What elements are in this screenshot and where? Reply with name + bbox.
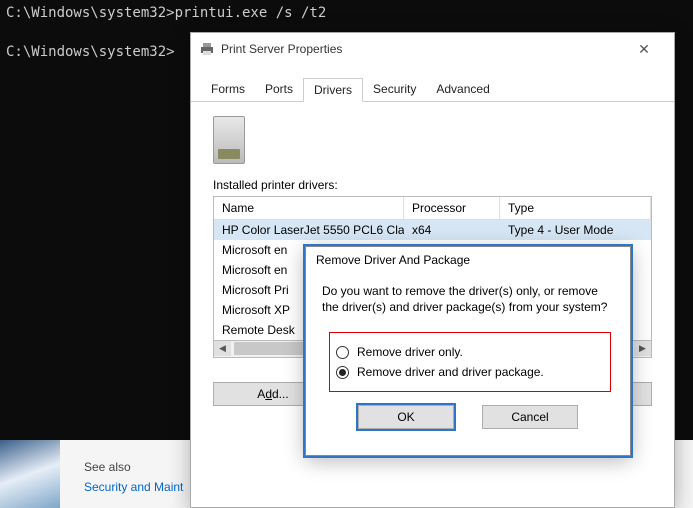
cell-proc: x64	[404, 220, 500, 240]
cell-name: HP Color LaserJet 5550 PCL6 Clas...	[214, 220, 404, 240]
radio-label: Remove driver and driver package.	[357, 365, 544, 379]
subdialog-buttons: OK Cancel	[322, 405, 614, 429]
security-link[interactable]: Security and Maint	[84, 480, 183, 494]
subdialog-title: Remove Driver And Package	[306, 247, 630, 273]
tab-drivers[interactable]: Drivers	[303, 78, 363, 102]
radio-unchecked-icon	[336, 346, 349, 359]
remove-driver-dialog: Remove Driver And Package Do you want to…	[305, 246, 631, 456]
col-type[interactable]: Type	[500, 197, 651, 219]
table-row[interactable]: HP Color LaserJet 5550 PCL6 Clas... x64 …	[214, 220, 651, 240]
col-processor[interactable]: Processor	[404, 197, 500, 219]
tab-security[interactable]: Security	[363, 78, 426, 102]
cell-type: Type 4 - User Mode	[500, 220, 651, 240]
see-also-heading: See also	[84, 460, 183, 474]
cancel-button[interactable]: Cancel	[482, 405, 578, 429]
radio-driver-and-package[interactable]: Remove driver and driver package.	[336, 365, 604, 379]
tabstrip: Forms Ports Drivers Security Advanced	[191, 77, 674, 102]
subdialog-body: Do you want to remove the driver(s) only…	[306, 273, 630, 439]
list-label: Installed printer drivers:	[213, 178, 652, 192]
tab-advanced[interactable]: Advanced	[426, 78, 499, 102]
titlebar[interactable]: Print Server Properties ✕	[191, 33, 674, 65]
radio-group: Remove driver only. Remove driver and dr…	[330, 333, 610, 391]
col-name[interactable]: Name	[214, 197, 404, 219]
close-button[interactable]: ✕	[622, 35, 666, 63]
tab-ports[interactable]: Ports	[255, 78, 303, 102]
tab-forms[interactable]: Forms	[201, 78, 255, 102]
printer-icon	[199, 41, 215, 57]
dialog-title: Print Server Properties	[221, 42, 622, 56]
table-header: Name Processor Type	[214, 197, 651, 220]
ok-button[interactable]: OK	[358, 405, 454, 429]
scroll-right-icon[interactable]: ▶	[634, 341, 651, 356]
radio-checked-icon	[336, 366, 349, 379]
scroll-left-icon[interactable]: ◀	[214, 341, 231, 356]
subdialog-question: Do you want to remove the driver(s) only…	[322, 283, 614, 315]
task-strip	[0, 440, 60, 508]
radio-label: Remove driver only.	[357, 345, 463, 359]
cp-text: See also Security and Maint	[84, 460, 183, 500]
radio-driver-only[interactable]: Remove driver only.	[336, 345, 604, 359]
server-icon	[213, 116, 245, 164]
cmd-line-1: C:\Windows\system32>printui.exe /s /t2	[6, 4, 687, 24]
